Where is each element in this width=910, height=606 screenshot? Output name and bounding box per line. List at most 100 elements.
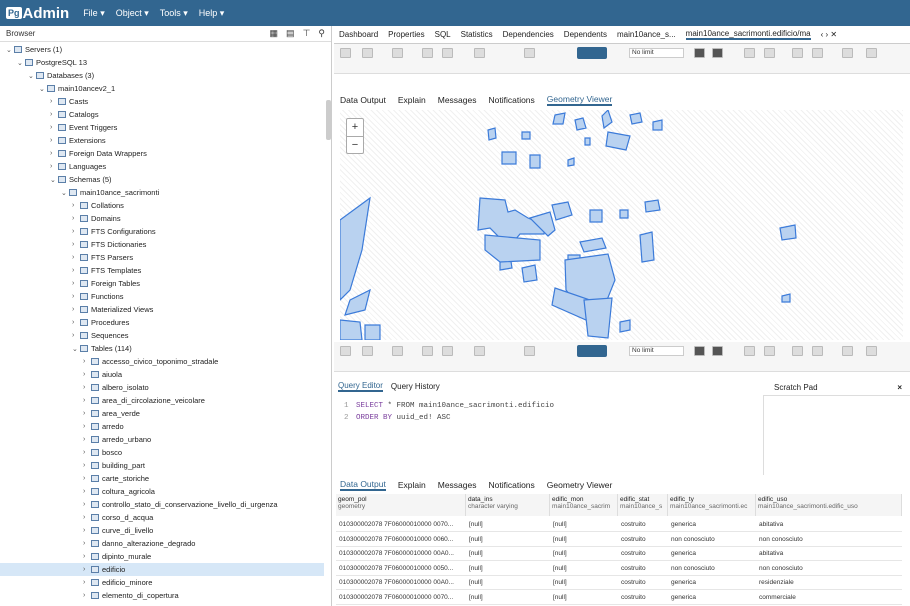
filter-rows-icon[interactable]: ⊤ xyxy=(303,28,311,39)
tab-statistics[interactable]: Statistics xyxy=(461,30,493,39)
tree-node[interactable]: › dipinto_murale xyxy=(0,550,324,563)
tree-node[interactable]: › accesso_civico_toponimo_stradale xyxy=(0,355,324,368)
macros-icon[interactable] xyxy=(842,346,853,356)
expand-arrow-icon[interactable]: › xyxy=(50,137,58,144)
expand-arrow-icon[interactable]: › xyxy=(50,111,58,118)
expand-arrow-icon[interactable]: › xyxy=(72,306,80,313)
tree-node[interactable]: › albero_isolato xyxy=(0,381,324,394)
column-header[interactable]: edific_mon main10ance_sacrim xyxy=(550,494,618,516)
table-cell[interactable]: non conosciuto xyxy=(671,565,753,572)
tree-node[interactable]: › Collations xyxy=(0,199,324,212)
explain-icon[interactable] xyxy=(744,346,755,356)
expand-arrow-icon[interactable]: ⌄ xyxy=(17,59,25,67)
expand-arrow-icon[interactable]: ⌄ xyxy=(61,189,69,197)
tree-node[interactable]: › coltura_agricola xyxy=(0,485,324,498)
table-row[interactable]: 010300002078 7F06000010000 0070... [null]… xyxy=(336,518,902,532)
table-cell[interactable]: non conosciuto xyxy=(759,536,899,543)
column-header[interactable]: data_ins character varying xyxy=(466,494,550,516)
table-cell[interactable]: generica xyxy=(671,594,753,601)
tree-node[interactable]: › building_part xyxy=(0,459,324,472)
tree-node[interactable]: › edificio xyxy=(0,563,324,576)
tab-geometry-viewer[interactable]: Geometry Viewer xyxy=(546,94,613,106)
column-header[interactable]: edific_uso main10ance_sacrimonti.edific_u… xyxy=(756,494,902,516)
tree-node[interactable]: › Procedures xyxy=(0,316,324,329)
table-cell[interactable]: [null] xyxy=(469,521,547,528)
expand-arrow-icon[interactable]: › xyxy=(72,267,80,274)
tab-query-history[interactable]: Query History xyxy=(391,382,440,391)
edit-icon[interactable] xyxy=(524,346,535,356)
expand-arrow-icon[interactable]: › xyxy=(72,215,80,222)
expand-arrow-icon[interactable]: › xyxy=(83,462,91,469)
tree-node[interactable]: › area_verde xyxy=(0,407,324,420)
expand-arrow-icon[interactable]: › xyxy=(83,592,91,599)
table-cell[interactable]: generica xyxy=(671,521,753,528)
tree-node[interactable]: › carte_storiche xyxy=(0,472,324,485)
execute-icon[interactable] xyxy=(712,48,723,58)
stop-icon[interactable] xyxy=(694,48,705,58)
commit-icon[interactable] xyxy=(764,346,775,356)
tab-query-1[interactable]: main10ance_s... xyxy=(617,30,676,39)
download-icon[interactable] xyxy=(866,346,877,356)
explain-icon[interactable] xyxy=(744,48,755,58)
table-cell[interactable]: [null] xyxy=(553,536,615,543)
expand-arrow-icon[interactable]: › xyxy=(83,566,91,573)
tab-messages[interactable]: Messages xyxy=(438,95,477,105)
expand-arrow-icon[interactable]: › xyxy=(83,449,91,456)
copy-icon[interactable] xyxy=(422,48,433,58)
macros-icon[interactable] xyxy=(842,48,853,58)
tree-node[interactable]: › Casts xyxy=(0,95,324,108)
tree-node[interactable]: › FTS Parsers xyxy=(0,251,324,264)
tab-geometry-viewer[interactable]: Geometry Viewer xyxy=(547,480,613,490)
table-cell[interactable]: 010300002078 7F06000010000 00A0... xyxy=(339,550,463,557)
expand-arrow-icon[interactable]: › xyxy=(83,358,91,365)
expand-arrow-icon[interactable]: › xyxy=(83,579,91,586)
tree-node[interactable]: › arredo_urbano xyxy=(0,433,324,446)
tree-node[interactable]: › FTS Configurations xyxy=(0,225,324,238)
expand-arrow-icon[interactable]: › xyxy=(50,163,58,170)
search-icon[interactable]: ⚲ xyxy=(318,28,325,39)
save-icon[interactable] xyxy=(340,48,351,58)
zoom-in-button[interactable]: + xyxy=(347,119,363,137)
expand-arrow-icon[interactable]: › xyxy=(83,475,91,482)
tab-explain[interactable]: Explain xyxy=(398,480,426,490)
open-file-icon[interactable] xyxy=(362,346,373,356)
expand-arrow-icon[interactable]: ⌄ xyxy=(39,85,47,93)
execute-icon[interactable] xyxy=(712,346,723,356)
menu-tools[interactable]: Tools ▾ xyxy=(160,8,188,19)
tab-nav-icons[interactable]: ‹ › ✕ xyxy=(821,30,837,39)
expand-arrow-icon[interactable]: › xyxy=(83,488,91,495)
expand-arrow-icon[interactable]: ⌄ xyxy=(50,176,58,184)
table-cell[interactable]: abitativa xyxy=(759,550,899,557)
download-icon[interactable] xyxy=(866,48,877,58)
expand-arrow-icon[interactable]: › xyxy=(83,553,91,560)
tree-node[interactable]: › Sequences xyxy=(0,329,324,342)
expand-arrow-icon[interactable]: › xyxy=(72,332,80,339)
expand-arrow-icon[interactable]: ⌄ xyxy=(6,46,14,54)
table-row[interactable]: 010300002078 7F06000010000 0050... [null]… xyxy=(336,562,902,576)
table-cell[interactable]: costruito xyxy=(621,579,665,586)
expand-arrow-icon[interactable]: › xyxy=(72,254,80,261)
expand-arrow-icon[interactable]: › xyxy=(72,293,80,300)
table-row[interactable]: 010300002078 7F06000010000 0060... [null]… xyxy=(336,533,902,547)
tree-node[interactable]: › arredo xyxy=(0,420,324,433)
menu-help[interactable]: Help ▾ xyxy=(199,8,225,19)
menu-object[interactable]: Object ▾ xyxy=(116,8,149,19)
tab-data-output[interactable]: Data Output xyxy=(340,479,386,491)
tab-data-output[interactable]: Data Output xyxy=(340,95,386,105)
expand-arrow-icon[interactable]: › xyxy=(50,98,58,105)
column-header[interactable]: edific_ty main10ance_sacrimonti.ec xyxy=(668,494,756,516)
table-cell[interactable]: [null] xyxy=(469,536,547,543)
tree-node[interactable]: › Languages xyxy=(0,160,324,173)
table-cell[interactable]: commerciale xyxy=(759,594,899,601)
commit-icon[interactable] xyxy=(764,48,775,58)
expand-arrow-icon[interactable]: › xyxy=(50,150,58,157)
paste-icon[interactable] xyxy=(442,48,453,58)
tree-node[interactable]: ⌄ Schemas (5) xyxy=(0,173,324,186)
tree-node[interactable]: › Event Triggers xyxy=(0,121,324,134)
tree-node[interactable]: › Foreign Tables xyxy=(0,277,324,290)
column-header[interactable]: geom_pol geometry xyxy=(336,494,466,516)
expand-arrow-icon[interactable]: › xyxy=(72,280,80,287)
expand-arrow-icon[interactable]: › xyxy=(50,124,58,131)
tab-query-editor[interactable]: Query Editor xyxy=(338,381,383,392)
expand-arrow-icon[interactable]: › xyxy=(83,410,91,417)
